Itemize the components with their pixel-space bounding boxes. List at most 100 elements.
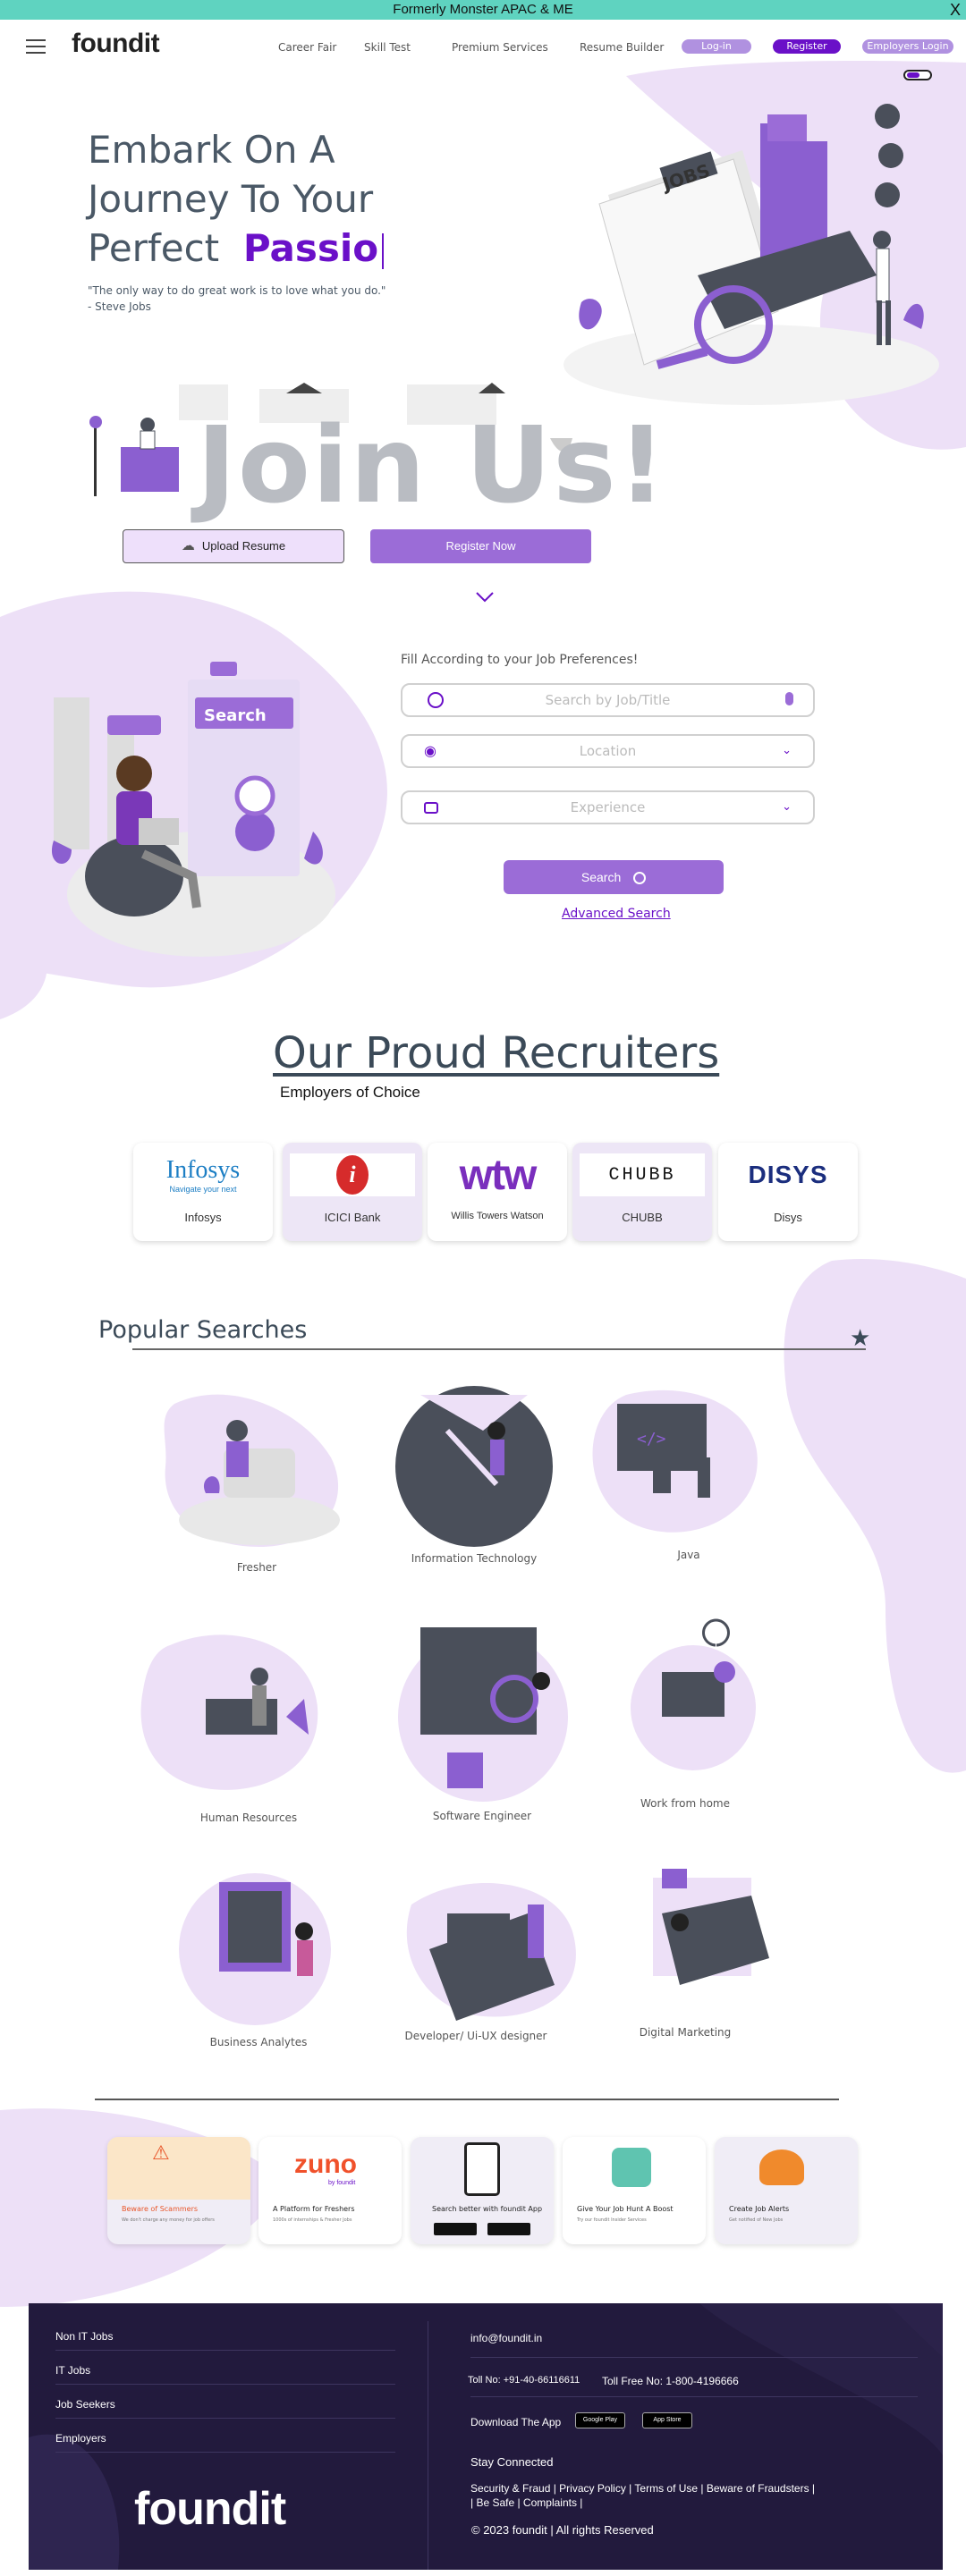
footer-logo[interactable]: foundit — [134, 2482, 286, 2536]
chevron-down-icon: ⌄ — [782, 744, 792, 757]
job-title-input[interactable]: Search by Job/Title — [401, 683, 815, 717]
jobs-newspaper-illustration: JOBS — [564, 104, 939, 405]
hero-typed-word: Passio — [242, 226, 379, 270]
chevron-down-icon: ⌄ — [782, 800, 792, 814]
search-form-heading: Fill According to your Job Preferences! — [401, 653, 639, 667]
chubb-logo: CHUBB — [608, 1164, 676, 1186]
popular-item-fresher[interactable]: Fresher — [167, 1561, 346, 1574]
phone-illustration — [464, 2142, 500, 2196]
upload-resume-label: Upload Resume — [201, 539, 286, 553]
popular-item-information-technology[interactable]: Information Technology — [385, 1552, 564, 1565]
employers-login-button[interactable]: Employers Login — [862, 39, 953, 54]
info-card-subtitle: We don't charge any money for job offers — [122, 2217, 215, 2223]
business-analytes-illustration — [179, 1873, 331, 2025]
footer-link-non-it-jobs[interactable]: Non IT Jobs — [55, 2330, 113, 2343]
advanced-search-link[interactable]: Advanced Search — [562, 907, 671, 921]
developer-ui-ux-illustration — [406, 1883, 576, 2021]
footer-link-it-jobs[interactable]: IT Jobs — [55, 2364, 90, 2377]
java-illustration: </> — [592, 1389, 758, 1533]
popular-item-java[interactable]: Java — [599, 1549, 778, 1561]
popular-searches-title: Popular Searches — [98, 1316, 308, 1344]
zuno-logo: zuno — [294, 2149, 357, 2179]
info-card-subtitle: 1000s of internships & Fresher Jobs — [273, 2217, 352, 2223]
hamburger-icon[interactable] — [26, 39, 46, 54]
nav-career-fair[interactable]: Career Fair — [278, 41, 336, 54]
footer-legal-links[interactable]: Security & Fraud | Privacy Policy | Term… — [470, 2482, 815, 2495]
popular-searches-divider — [132, 1348, 866, 1350]
information-technology-illustration — [395, 1386, 553, 1547]
svg-text:</>: </> — [637, 1430, 666, 1448]
recruiters-title: Our Proud Recruiters — [273, 1028, 720, 1078]
location-select[interactable]: ◉ Location ⌄ — [401, 734, 815, 768]
login-button[interactable]: Log-in — [682, 39, 751, 54]
footer-legal-links-2[interactable]: | Be Safe | Complaints | — [470, 2496, 582, 2509]
popular-item-software-engineer[interactable]: Software Engineer — [393, 1810, 572, 1822]
software-engineer-illustration — [398, 1627, 568, 1802]
recruiter-name: CHUBB — [622, 1211, 663, 1224]
location-pin-icon: ◉ — [424, 742, 436, 759]
banner-close-button[interactable]: X — [950, 0, 961, 20]
briefcase-icon — [424, 802, 438, 814]
work-from-home-illustration — [631, 1618, 756, 1770]
recruiter-card-chubb[interactable]: CHUBB CHUBB — [572, 1143, 712, 1241]
footer-download-label: Download The App — [470, 2416, 562, 2428]
info-card-subtitle: Get notified of New Jobs — [729, 2217, 784, 2223]
footer-email[interactable]: info@foundit.in — [470, 2332, 542, 2344]
google-play-badge[interactable] — [434, 2223, 477, 2235]
infosys-logo: Infosys — [165, 1156, 241, 1184]
google-play-label: Google Play — [582, 2417, 618, 2423]
register-button[interactable]: Register — [773, 39, 841, 54]
search-illustration-label: Search — [204, 706, 267, 725]
nav-premium-services[interactable]: Premium Services — [452, 41, 548, 54]
recruiters-subtitle: Employers of Choice — [280, 1084, 420, 1101]
recruiter-card-icici[interactable]: i ICICI Bank — [283, 1143, 422, 1241]
info-card-beware-scammers[interactable]: ⚠ Beware of Scammers We don't charge any… — [107, 2137, 250, 2244]
footer-google-play-badge[interactable]: Google Play — [575, 2412, 625, 2428]
theme-toggle[interactable] — [903, 70, 932, 80]
info-card-title: A Platform for Freshers — [273, 2205, 355, 2213]
nav-skill-test[interactable]: Skill Test — [364, 41, 411, 54]
star-icon: ★ — [850, 1325, 871, 1352]
recruiter-card-infosys[interactable]: Infosys Navigate your next Infosys — [133, 1143, 273, 1241]
recruiter-card-disys[interactable]: DISYS Disys — [718, 1143, 858, 1241]
footer-app-store-badge[interactable]: App Store — [642, 2412, 692, 2428]
boost-icon — [612, 2148, 651, 2187]
promo-banner: Formerly Monster APAC & ME X — [0, 0, 966, 20]
search-icon — [633, 872, 647, 885]
site-logo[interactable]: foundit — [72, 29, 160, 59]
join-us-heading: Join Us! — [197, 403, 668, 527]
register-now-button[interactable]: Register Now — [370, 529, 591, 563]
footer-toll-free-number: Toll Free No: 1-800-4196666 — [602, 2375, 739, 2387]
experience-select[interactable]: Experience ⌄ — [401, 790, 815, 824]
popular-item-work-from-home[interactable]: Work from home — [596, 1797, 775, 1810]
search-button-label: Search — [580, 870, 622, 884]
search-button[interactable]: Search — [504, 860, 724, 894]
footer-link-job-seekers[interactable]: Job Seekers — [55, 2398, 115, 2411]
popular-item-human-resources[interactable]: Human Resources — [159, 1812, 338, 1824]
info-card-zuno[interactable]: zuno by foundit A Platform for Freshers … — [258, 2137, 402, 2244]
app-store-badge[interactable] — [487, 2223, 530, 2235]
site-footer: Non IT Jobs IT Jobs Job Seekers Employer… — [29, 2303, 943, 2570]
wtw-logo: wtw — [459, 1151, 538, 1199]
info-card-job-boost[interactable]: Give Your Job Hunt A Boost Try our found… — [563, 2137, 706, 2244]
popular-item-developer-ui-ux[interactable]: Developer/ Ui-UX designer — [386, 2030, 565, 2042]
popular-item-digital-marketing[interactable]: Digital Marketing — [596, 2026, 775, 2039]
chevron-down-icon[interactable] — [475, 590, 495, 610]
info-card-title: Search better with foundit App — [432, 2205, 543, 2213]
digital-marketing-illustration — [653, 1869, 769, 1985]
quote-text: "The only way to do great work is to lov… — [88, 284, 386, 297]
info-card-title: Give Your Job Hunt A Boost — [577, 2205, 674, 2213]
info-card-job-alerts[interactable]: Create Job Alerts Get notified of New Jo… — [715, 2137, 858, 2244]
recruiter-card-wtw[interactable]: wtw Willis Towers Watson — [428, 1143, 567, 1241]
footer-divider — [470, 2396, 918, 2397]
popular-item-business-analytes[interactable]: Business Analytes — [169, 2036, 348, 2048]
footer-link-employers[interactable]: Employers — [55, 2432, 106, 2445]
experience-placeholder: Experience — [570, 799, 646, 815]
hero-line-3: Perfect — [88, 226, 220, 270]
microphone-icon[interactable] — [785, 692, 793, 705]
nav-resume-builder[interactable]: Resume Builder — [580, 41, 664, 54]
upload-resume-button[interactable]: ☁ Upload Resume — [123, 529, 344, 563]
info-card-app[interactable]: Search better with foundit App — [411, 2137, 554, 2244]
warning-icon: ⚠ — [152, 2142, 170, 2165]
location-placeholder: Location — [579, 743, 637, 759]
